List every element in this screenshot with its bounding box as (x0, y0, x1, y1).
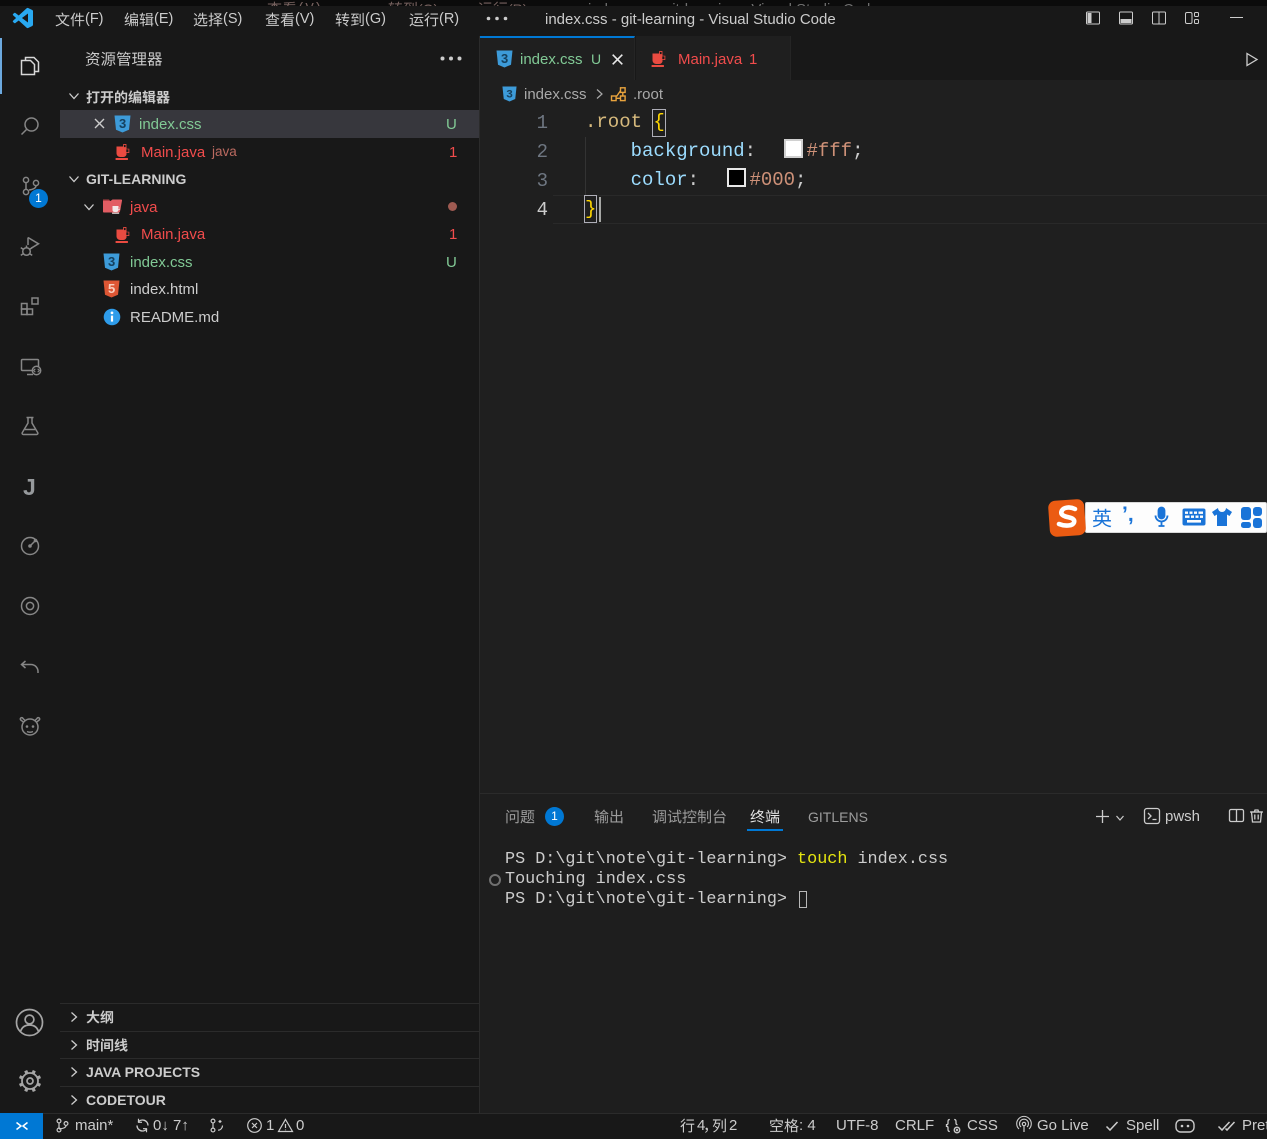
svg-text:3: 3 (501, 51, 508, 66)
svg-text:3: 3 (108, 254, 115, 269)
svg-text:5: 5 (108, 281, 115, 296)
svg-text:3: 3 (506, 89, 512, 101)
svg-text:3: 3 (119, 116, 126, 131)
